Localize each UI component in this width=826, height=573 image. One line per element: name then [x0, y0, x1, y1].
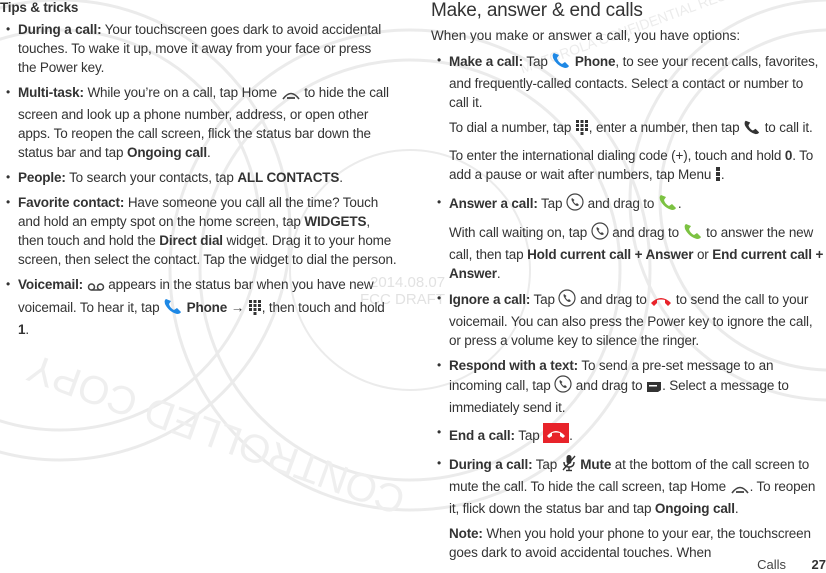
end-call-icon	[543, 423, 570, 448]
item-title: Make a call:	[449, 54, 523, 69]
widgets-label: WIDGETS	[304, 214, 367, 229]
item-during-call: During a call: Tap Mute at the bottom of…	[431, 454, 826, 562]
all-contacts-label: ALL CONTACTS	[237, 170, 340, 185]
dialpad-icon	[575, 119, 589, 140]
home-icon	[281, 86, 301, 105]
item-ignore-call: Ignore a call: Tap and drag to to send t…	[431, 289, 826, 350]
punct: .	[569, 428, 573, 443]
tip-title: During a call:	[18, 22, 102, 37]
dial-number-para: To dial a number, tap , enter a number, …	[449, 118, 826, 140]
punct: .	[496, 266, 501, 281]
ongoing-call-label: Ongoing call	[654, 501, 735, 516]
tip-title: Multi-task:	[18, 85, 84, 100]
tip-text: , then touch and hold	[261, 300, 385, 315]
page-number: 27	[811, 557, 826, 572]
item-text: Tap	[514, 428, 544, 443]
item-title: Respond with a text:	[449, 358, 579, 373]
item-text: to call it.	[761, 120, 813, 135]
home-icon	[730, 480, 750, 499]
tip-multi-task: Multi-task: While you’re on a call, tap …	[0, 83, 398, 162]
direct-dial-label: Direct dial	[159, 233, 223, 248]
item-answer-call: Answer a call: Tap and drag to . With ca…	[431, 193, 826, 283]
phone-label: Phone	[571, 54, 616, 69]
item-title: Answer a call:	[449, 196, 538, 211]
incoming-call-icon	[558, 289, 577, 312]
tip-favorite-contact: Favorite contact: Have someone you call …	[0, 193, 398, 269]
tip-people: People: To search your contacts, tap ALL…	[0, 168, 400, 187]
mute-label: Mute	[576, 457, 612, 472]
incoming-call-icon	[591, 222, 609, 245]
item-text: and drag to	[608, 225, 683, 240]
punct: .	[25, 322, 29, 337]
item-make-call: Make a call: Tap Phone, to see your rece…	[431, 51, 826, 187]
make-answer-end-calls-section: Make, answer & end calls When you make o…	[431, 0, 826, 568]
item-text: Tap	[523, 54, 552, 69]
calls-list: Make a call: Tap Phone, to see your rece…	[431, 51, 826, 562]
answer-icon	[658, 193, 678, 216]
voicemail-icon	[87, 278, 105, 297]
punct: .	[720, 167, 725, 182]
tip-during-call: During a call: Your touchscreen goes dar…	[0, 20, 393, 77]
item-text: With call waiting on, tap	[449, 225, 591, 240]
answer-call-para: Answer a call: Tap and drag to .	[449, 193, 826, 216]
call-icon	[743, 119, 761, 140]
incoming-call-icon	[566, 193, 584, 216]
phone-icon	[163, 297, 183, 320]
answer-icon	[683, 222, 703, 245]
incoming-call-icon	[554, 375, 572, 398]
item-text: Tap	[537, 196, 566, 211]
mute-mic-icon	[561, 454, 577, 477]
page-footer: Calls 27	[626, 557, 826, 573]
tips-and-tricks-column: Tips & tricks During a call: Your touchs…	[0, 0, 400, 345]
item-title: Ignore a call:	[449, 292, 531, 307]
punct: .	[206, 145, 211, 160]
note-label: Note:	[449, 526, 483, 541]
watermark-controlled: CONTROLLED COPY	[22, 345, 411, 522]
ignore-icon	[650, 293, 672, 312]
item-text: To dial a number, tap	[449, 120, 575, 135]
item-text: Tap	[532, 457, 561, 472]
during-call-para: During a call: Tap Mute at the bottom of…	[449, 454, 826, 518]
item-text: and drag to	[576, 292, 651, 307]
item-text: Tap	[530, 292, 559, 307]
phone-icon	[551, 51, 571, 74]
section-title: Make, answer & end calls	[431, 0, 643, 21]
ongoing-call-label: Ongoing call	[126, 145, 207, 160]
tip-voicemail: Voicemail: appears in the status bar whe…	[0, 275, 398, 339]
phone-label: Phone	[183, 300, 228, 315]
message-icon	[646, 379, 662, 398]
section-intro: When you make or answer a call, you have…	[431, 28, 741, 43]
tip-title: People:	[18, 170, 66, 185]
item-title: During a call:	[449, 457, 533, 472]
item-text: To enter the international dialing code …	[449, 148, 785, 163]
international-code-para: To enter the international dialing code …	[449, 146, 826, 187]
item-text: and drag to	[583, 196, 658, 211]
footer-section-label: Calls	[757, 557, 786, 572]
dialpad-icon	[248, 299, 262, 320]
tip-text: While you’re on a call, tap Home	[83, 85, 281, 100]
make-call-para: Make a call: Tap Phone, to see your rece…	[449, 51, 826, 112]
tip-title: Favorite contact:	[18, 195, 125, 210]
item-respond-text: Respond with a text: To send a pre-set m…	[431, 356, 826, 417]
punct: .	[677, 196, 682, 211]
punct: .	[734, 501, 739, 516]
tip-text: To search your contacts, tap	[65, 170, 238, 185]
tips-list: During a call: Your touchscreen goes dar…	[0, 20, 400, 339]
item-text: and drag to	[572, 378, 647, 393]
item-text: , enter a number, then tap	[588, 120, 744, 135]
note-text: When you hold your phone to your ear, th…	[449, 526, 811, 560]
punct: .	[339, 170, 343, 185]
item-end-call: End a call: Tap .	[431, 423, 826, 448]
arrow: →	[227, 300, 248, 315]
tips-heading: Tips & tricks	[0, 0, 79, 15]
call-waiting-para: With call waiting on, tap and drag to to…	[449, 222, 826, 283]
item-text: or	[693, 247, 713, 262]
tip-title: Voicemail:	[18, 277, 84, 292]
item-title: End a call:	[449, 428, 515, 443]
hold-answer-label: Hold current call + Answer	[527, 247, 694, 262]
